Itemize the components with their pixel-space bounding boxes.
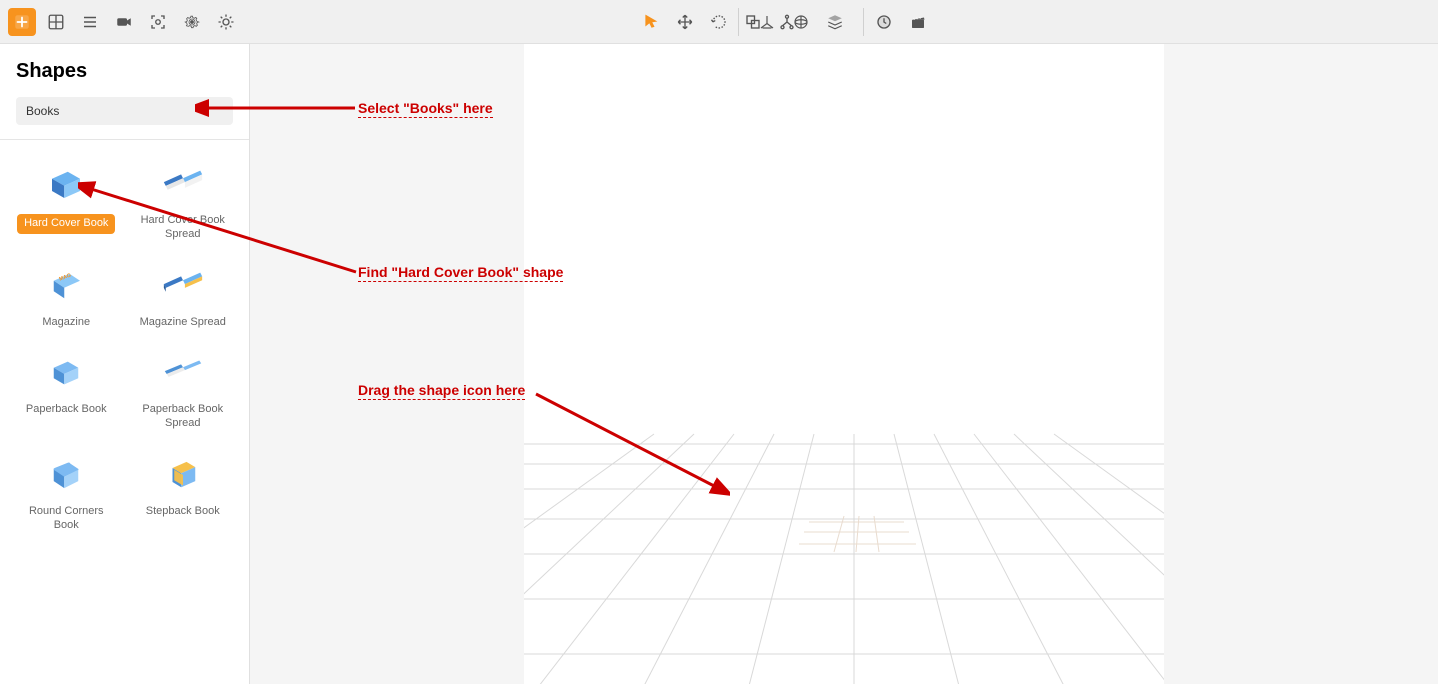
shape-magazine-spread[interactable]: Magazine Spread (125, 254, 242, 338)
gear-icon[interactable] (178, 8, 206, 36)
shape-label: Round Corners Book (16, 505, 116, 533)
shape-paperback-book[interactable]: Paperback Book (8, 341, 125, 439)
move-tool[interactable] (671, 8, 699, 36)
shape-hard-cover-book-spread[interactable]: Hard Cover Book Spread (125, 152, 242, 250)
camera-icon[interactable] (110, 8, 138, 36)
globe-icon[interactable] (787, 8, 815, 36)
annotation-find-shape: Find "Hard Cover Book" shape (358, 264, 563, 280)
clapper-icon[interactable] (904, 8, 932, 36)
shape-label: Magazine (42, 316, 90, 330)
paperback-spread-icon (159, 349, 207, 397)
book-spread-icon (159, 160, 207, 208)
toolbar (0, 0, 1438, 44)
main: Shapes Books Hard Cover Book (0, 44, 1438, 684)
round-book-icon (42, 451, 90, 499)
separator (863, 8, 864, 36)
right-rail (1164, 44, 1438, 684)
category-select[interactable]: Books (16, 97, 233, 125)
left-gutter (250, 44, 524, 684)
ground-icon[interactable] (753, 8, 781, 36)
toolbar-group-left (8, 8, 240, 36)
annotation-drag-here: Drag the shape icon here (358, 382, 525, 398)
cursor-tool[interactable] (637, 8, 665, 36)
shape-label: Magazine Spread (140, 316, 226, 330)
shape-stepback-book[interactable]: Stepback Book (125, 443, 242, 541)
panel-title: Shapes (0, 56, 249, 97)
viewport-3d[interactable] (524, 44, 1164, 684)
shape-label: Paperback Book Spread (133, 403, 233, 431)
list-icon[interactable] (76, 8, 104, 36)
book-icon (42, 160, 90, 208)
shapes-panel: Shapes Books Hard Cover Book (0, 44, 250, 684)
shape-label: Paperback Book (26, 403, 107, 417)
paperback-icon (42, 349, 90, 397)
separator (738, 8, 739, 36)
clock-icon[interactable] (870, 8, 898, 36)
rotate-tool[interactable] (705, 8, 733, 36)
focus-icon[interactable] (144, 8, 172, 36)
shape-label: Stepback Book (146, 505, 220, 519)
shape-label: Hard Cover Book Spread (133, 214, 233, 242)
shape-magazine[interactable]: MAG Magazine (8, 254, 125, 338)
layers-icon[interactable] (821, 8, 849, 36)
magazine-spread-icon (159, 262, 207, 310)
shape-round-corners-book[interactable]: Round Corners Book (8, 443, 125, 541)
brightness-icon[interactable] (212, 8, 240, 36)
annotation-select-books: Select "Books" here (358, 100, 493, 116)
stepback-book-icon (159, 451, 207, 499)
shape-grid: Hard Cover Book Hard Cover Book Spread (0, 140, 249, 548)
shape-label: Hard Cover Book (17, 214, 115, 234)
toolbar-group-anim (870, 8, 932, 36)
shape-hard-cover-book[interactable]: Hard Cover Book (8, 152, 125, 250)
magazine-icon: MAG (42, 262, 90, 310)
add-button[interactable] (8, 8, 36, 36)
layout-icon[interactable] (42, 8, 70, 36)
toolbar-group-scene (730, 8, 872, 36)
grid-floor (524, 404, 1164, 684)
shape-paperback-book-spread[interactable]: Paperback Book Spread (125, 341, 242, 439)
